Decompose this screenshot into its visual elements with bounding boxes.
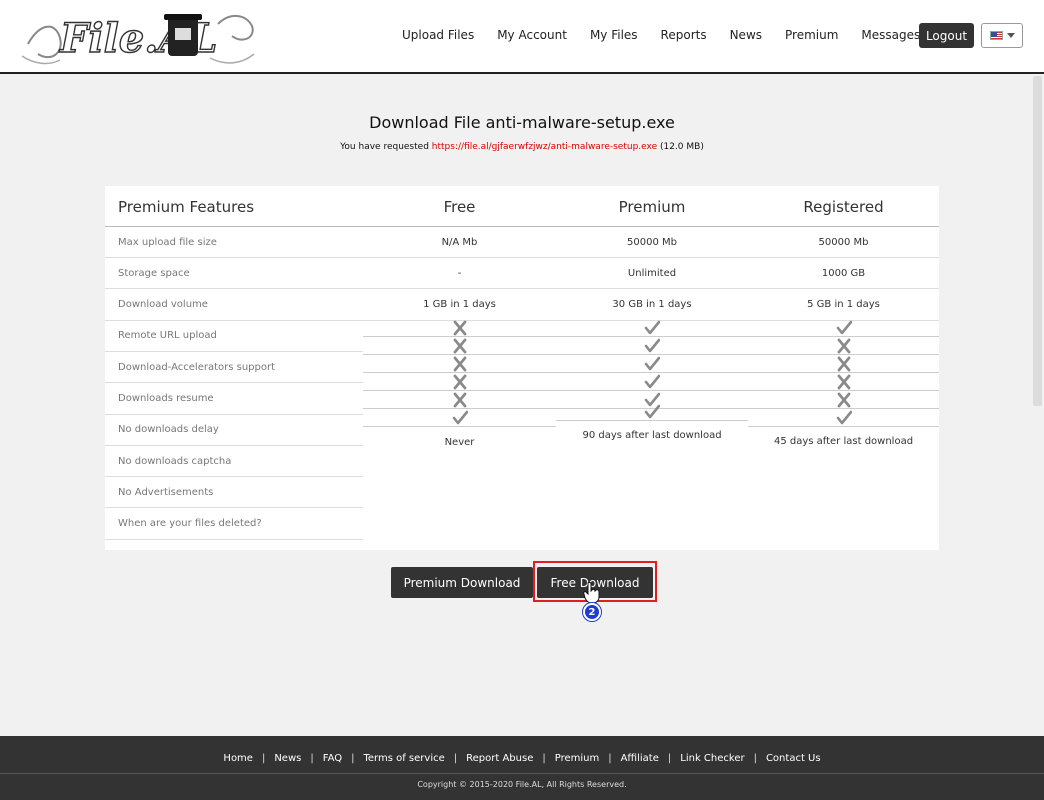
- header-registered: Registered: [803, 197, 884, 216]
- nav-reports[interactable]: Reports: [661, 28, 707, 42]
- footer-separator: |: [351, 753, 355, 764]
- feature-row-label: Max upload file size: [105, 227, 363, 258]
- main-nav: Upload Files My Account My Files Reports…: [402, 0, 964, 70]
- free-accelerators-cross-icon: [363, 337, 556, 355]
- footer-link-home[interactable]: Home: [223, 753, 253, 764]
- registered-no-delay-cross-icon: [748, 373, 939, 391]
- footer-links: Home | News | FAQ | Terms of service | Report Ab…: [0, 753, 1044, 764]
- site-logo[interactable]: File.AL: [20, 4, 258, 70]
- feature-row-label: Remote URL upload: [105, 321, 363, 352]
- feature-row-label: Download volume: [105, 290, 363, 321]
- footer-link-premium[interactable]: Premium: [555, 753, 600, 764]
- premium-accelerators-check-icon: [556, 337, 748, 355]
- feature-row-label: Storage space: [105, 258, 363, 290]
- footer-link-report-abuse[interactable]: Report Abuse: [466, 753, 533, 764]
- nav-news[interactable]: News: [730, 28, 762, 42]
- caret-down-icon: [1006, 33, 1015, 38]
- feature-row-label: No downloads captcha: [105, 446, 363, 478]
- language-selector[interactable]: [981, 23, 1023, 48]
- premium-features-table: Premium Features Free Premium Registered…: [105, 186, 939, 550]
- footer-divider: [0, 773, 1044, 774]
- footer-link-faq[interactable]: FAQ: [323, 753, 342, 764]
- free-no-ads-check-icon: [363, 409, 556, 427]
- footer-link-link-checker[interactable]: Link Checker: [680, 753, 744, 764]
- free-no-captcha-cross-icon: [363, 391, 556, 409]
- registered-resume-cross-icon: [748, 355, 939, 373]
- footer-separator: |: [608, 753, 612, 764]
- premium-remote-url-check-icon: [556, 319, 748, 337]
- file-link[interactable]: https://file.al/gjfaerwfzjwz/anti-malwar…: [432, 142, 657, 152]
- logout-button[interactable]: Logout: [919, 23, 974, 48]
- feature-value-registered: 50000 Mb: [748, 227, 939, 258]
- footer-link-news[interactable]: News: [274, 753, 301, 764]
- footer-separator: |: [667, 753, 672, 764]
- premium-download-button[interactable]: Premium Download: [391, 567, 533, 598]
- download-title: Download File anti-malware-setup.exe: [369, 113, 675, 132]
- us-flag-icon: [989, 31, 1003, 40]
- site-footer: Home | News | FAQ | Terms of service | Report Ab…: [0, 736, 1044, 800]
- hand-cursor-icon: [583, 582, 600, 604]
- footer-separator: |: [453, 753, 458, 764]
- nav-my-files[interactable]: My Files: [590, 28, 638, 42]
- feature-row-label: No downloads delay: [105, 415, 363, 446]
- step-badge: 2: [583, 603, 601, 621]
- header-premium-features: Premium Features: [118, 197, 255, 216]
- feature-row-label: No Advertisements: [105, 477, 363, 509]
- files-deleted-premium: 90 days after last download: [582, 430, 722, 441]
- feature-value-free: 1 GB in 1 days: [363, 290, 556, 321]
- free-resume-cross-icon: [363, 355, 556, 373]
- feature-value-registered: 5 GB in 1 days: [748, 290, 939, 321]
- registered-no-ads-check-icon: [748, 409, 939, 427]
- registered-no-captcha-cross-icon: [748, 391, 939, 409]
- copyright-text: Copyright © 2015-2020 File.AL, All Right…: [417, 780, 627, 789]
- nav-upload-files[interactable]: Upload Files: [402, 28, 474, 42]
- vertical-scrollbar[interactable]: [1030, 74, 1044, 736]
- footer-separator: |: [542, 753, 546, 764]
- requested-prefix: You have requested: [340, 142, 429, 152]
- registered-remote-url-check-icon: [748, 319, 939, 337]
- feature-value-registered: 1000 GB: [748, 258, 939, 290]
- header-premium: Premium: [618, 197, 686, 216]
- files-deleted-free: Never: [444, 437, 475, 448]
- download-request-info: You have requested https://file.al/gjfae…: [0, 142, 1044, 152]
- footer-separator: |: [310, 753, 314, 764]
- premium-no-ads-check-icon: [556, 403, 748, 421]
- feature-value-premium: 30 GB in 1 days: [556, 290, 748, 321]
- free-remote-url-cross-icon: [363, 319, 556, 337]
- feature-value-free: -: [363, 258, 556, 290]
- feature-row-label: When are your files deleted?: [105, 509, 363, 540]
- premium-resume-check-icon: [556, 355, 748, 373]
- premium-no-delay-check-icon: [556, 373, 748, 391]
- free-no-delay-cross-icon: [363, 373, 556, 391]
- feature-value-premium: 50000 Mb: [556, 227, 748, 258]
- footer-link-terms-of-service[interactable]: Terms of service: [363, 753, 444, 764]
- nav-premium[interactable]: Premium: [785, 28, 838, 42]
- feature-row-label: Download-Accelerators support: [105, 352, 363, 384]
- footer-separator: |: [753, 753, 757, 764]
- header-free: Free: [443, 197, 476, 216]
- footer-link-affiliate[interactable]: Affiliate: [621, 753, 659, 764]
- files-deleted-registered: 45 days after last download: [773, 436, 914, 447]
- site-header: File.AL Upload Files My Account My Files…: [0, 0, 1044, 74]
- footer-separator: |: [261, 753, 266, 764]
- feature-value-premium: Unlimited: [556, 258, 748, 290]
- feature-value-free: N/A Mb: [363, 227, 556, 258]
- registered-accelerators-cross-icon: [748, 337, 939, 355]
- nav-my-account[interactable]: My Account: [497, 28, 567, 42]
- feature-row-label: Downloads resume: [105, 384, 363, 415]
- footer-link-contact-us[interactable]: Contact Us: [766, 753, 821, 764]
- file-size: (12.0 MB): [659, 142, 704, 152]
